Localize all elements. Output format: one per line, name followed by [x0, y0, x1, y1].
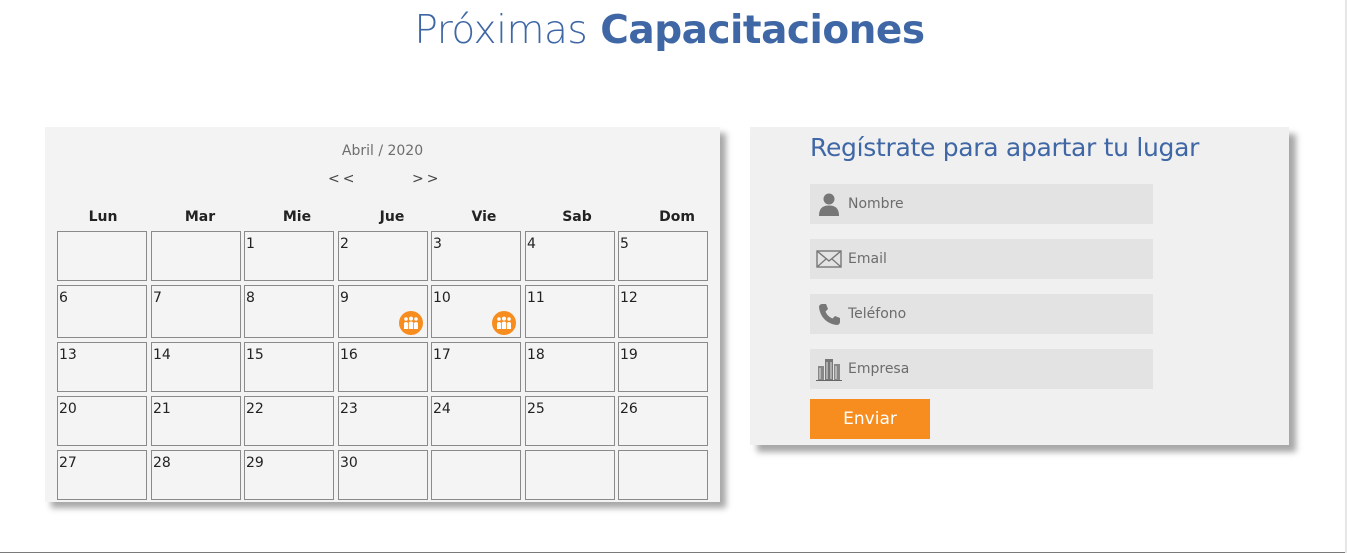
calendar-day[interactable]: 25: [525, 396, 615, 446]
next-month-button[interactable]: >>: [412, 171, 441, 187]
calendar-day[interactable]: 17: [431, 342, 521, 392]
day-number: 1: [246, 236, 255, 252]
calendar-day[interactable]: 12: [618, 285, 708, 338]
registration-form: Regístrate para apartar tu lugar Nombre …: [750, 127, 1289, 445]
page-title: Próximas Capacitaciones: [0, 8, 1339, 53]
phone-icon: [819, 304, 840, 325]
company-input[interactable]: [848, 349, 1148, 389]
training-group-icon[interactable]: [399, 311, 423, 335]
email-input[interactable]: [848, 239, 1148, 279]
prev-month-button[interactable]: <<: [328, 171, 357, 187]
building-icon: [816, 359, 842, 381]
day-number: 14: [153, 347, 171, 363]
calendar-day[interactable]: 14: [151, 342, 241, 392]
weekday-lun: Lun: [88, 209, 118, 225]
phone-input[interactable]: [848, 294, 1148, 334]
day-number: 20: [59, 401, 77, 417]
calendar-day[interactable]: 27: [57, 450, 147, 500]
day-number: 26: [620, 401, 638, 417]
weekday-vie: Vie: [471, 209, 497, 225]
day-number: 21: [153, 401, 171, 417]
day-number: 22: [246, 401, 264, 417]
calendar-day[interactable]: 8: [244, 285, 334, 338]
day-number: 7: [153, 290, 162, 306]
envelope-icon: [816, 250, 842, 268]
calendar-day[interactable]: 30: [338, 450, 428, 500]
calendar-day[interactable]: 6: [57, 285, 147, 338]
calendar-day[interactable]: 22: [244, 396, 334, 446]
weekday-mar: Mar: [184, 209, 216, 225]
name-input[interactable]: [848, 184, 1148, 224]
day-number: 3: [433, 236, 442, 252]
calendar-day[interactable]: 10: [431, 285, 521, 338]
day-number: 28: [153, 455, 171, 471]
day-number: 27: [59, 455, 77, 471]
calendar-day[interactable]: 1: [244, 231, 334, 281]
day-number: 29: [246, 455, 264, 471]
weekday-mie: Mie: [282, 209, 312, 225]
calendar-day[interactable]: 21: [151, 396, 241, 446]
day-number: 6: [59, 290, 68, 306]
calendar-day[interactable]: 18: [525, 342, 615, 392]
day-number: 30: [340, 455, 358, 471]
day-number: 18: [527, 347, 545, 363]
day-number: 19: [620, 347, 638, 363]
calendar-day[interactable]: 15: [244, 342, 334, 392]
calendar-day[interactable]: 26: [618, 396, 708, 446]
page-title-bold: Capacitaciones: [600, 8, 925, 53]
day-number: 8: [246, 290, 255, 306]
day-number: 25: [527, 401, 545, 417]
email-field: [810, 239, 1153, 279]
calendar-day[interactable]: 20: [57, 396, 147, 446]
page-title-light: Próximas: [414, 8, 588, 53]
user-icon: [819, 193, 839, 216]
calendar-day[interactable]: 11: [525, 285, 615, 338]
weekday-dom: Dom: [659, 209, 695, 225]
day-number: 16: [340, 347, 358, 363]
day-number: 24: [433, 401, 451, 417]
weekday-sab: Sab: [562, 209, 592, 225]
calendar-day[interactable]: 13: [57, 342, 147, 392]
calendar-empty-cell: [57, 231, 147, 281]
calendar-empty-cell: [151, 231, 241, 281]
calendar-empty-cell: [618, 450, 708, 500]
calendar-day[interactable]: 24: [431, 396, 521, 446]
calendar-day[interactable]: 28: [151, 450, 241, 500]
calendar-empty-cell: [431, 450, 521, 500]
calendar-empty-cell: [525, 450, 615, 500]
day-number: 11: [527, 290, 545, 306]
day-number: 23: [340, 401, 358, 417]
day-number: 17: [433, 347, 451, 363]
calendar-day[interactable]: 3: [431, 231, 521, 281]
calendar-day[interactable]: 19: [618, 342, 708, 392]
day-number: 10: [433, 290, 451, 306]
day-number: 13: [59, 347, 77, 363]
calendar-day[interactable]: 23: [338, 396, 428, 446]
day-number: 4: [527, 236, 536, 252]
phone-field: [810, 294, 1153, 334]
company-field: [810, 349, 1153, 389]
training-group-icon[interactable]: [492, 311, 516, 335]
day-number: 5: [620, 236, 629, 252]
weekday-jue: Jue: [379, 209, 405, 225]
day-number: 9: [340, 290, 349, 306]
form-title: Regístrate para apartar tu lugar: [810, 133, 1200, 162]
calendar-day[interactable]: 4: [525, 231, 615, 281]
day-number: 2: [340, 236, 349, 252]
calendar-day[interactable]: 2: [338, 231, 428, 281]
training-calendar: Abril / 2020 << >> Lun Mar Mie Jue Vie S…: [45, 127, 720, 502]
calendar-day[interactable]: 16: [338, 342, 428, 392]
calendar-day[interactable]: 9: [338, 285, 428, 338]
calendar-day[interactable]: 29: [244, 450, 334, 500]
day-number: 15: [246, 347, 264, 363]
month-label: Abril / 2020: [341, 143, 424, 159]
submit-button[interactable]: Enviar: [810, 399, 930, 439]
name-field: [810, 184, 1153, 224]
calendar-day[interactable]: 7: [151, 285, 241, 338]
calendar-day[interactable]: 5: [618, 231, 708, 281]
day-number: 12: [620, 290, 638, 306]
